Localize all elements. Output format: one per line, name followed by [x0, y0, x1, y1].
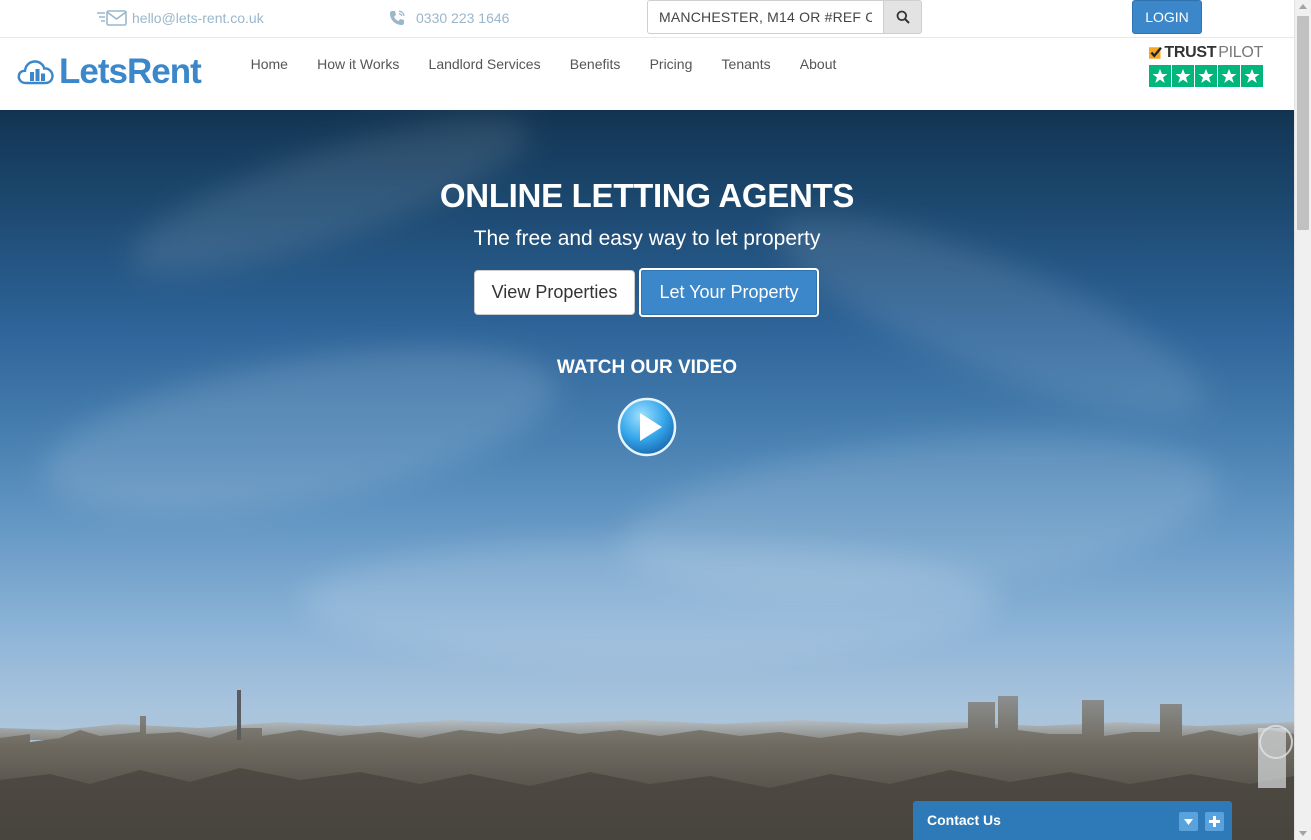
search-icon [896, 10, 910, 24]
email-text: hello@lets-rent.co.uk [132, 10, 264, 26]
star-icon [1149, 65, 1171, 87]
trustpilot-badge[interactable]: TRUST PILOT [1149, 44, 1263, 87]
search-button[interactable] [883, 0, 922, 34]
star-icon [1172, 65, 1194, 87]
play-icon [617, 397, 677, 457]
contact-us-label: Contact Us [927, 812, 1001, 828]
scroll-down-arrow[interactable] [1299, 831, 1307, 836]
expand-widget-button[interactable] [1205, 812, 1224, 831]
sky-cloud [756, 177, 1224, 453]
star-icon [1218, 65, 1240, 87]
contact-us-widget[interactable]: Contact Us [913, 801, 1232, 840]
hero-banner: ONLINE LETTING AGENTS The free and easy … [0, 110, 1294, 840]
hero-title: ONLINE LETTING AGENTS [439, 177, 855, 214]
contact-email[interactable]: hello@lets-rent.co.uk [97, 9, 264, 27]
main-navbar: LetsRent Home How it Works Landlord Serv… [0, 39, 1294, 110]
nav-item-about[interactable]: About [785, 55, 851, 73]
envelope-icon [97, 9, 128, 27]
nav-item-how-it-works[interactable]: How it Works [303, 55, 414, 73]
page-scrollbar[interactable] [1294, 0, 1311, 840]
contact-phone[interactable]: 0330 223 1646 [388, 9, 509, 27]
nav-item-pricing[interactable]: Pricing [635, 55, 707, 73]
sky-cloud [31, 315, 569, 545]
cloud-house-icon [17, 60, 54, 85]
collapse-widget-button[interactable] [1179, 812, 1198, 831]
sky-cloud [300, 540, 1000, 660]
nav-item-benefits[interactable]: Benefits [555, 55, 635, 73]
nav-item-tenants[interactable]: Tenants [707, 55, 785, 73]
logo-wordmark: LetsRent [59, 52, 202, 91]
nav-item-landlord-services[interactable]: Landlord Services [414, 55, 555, 73]
top-bar: hello@lets-rent.co.uk 0330 223 1646 LOGI… [0, 0, 1294, 38]
star-icon [1241, 65, 1263, 87]
phone-text: 0330 223 1646 [416, 10, 510, 26]
hero-subtitle: The free and easy way to let property [473, 227, 821, 250]
search-input[interactable] [647, 0, 883, 34]
trustpilot-stars [1149, 65, 1263, 87]
nav-item-home[interactable]: Home [236, 55, 303, 73]
plus-icon [1209, 816, 1220, 827]
login-button[interactable]: LOGIN [1132, 0, 1202, 34]
scroll-up-arrow[interactable] [1299, 4, 1307, 9]
star-icon [1195, 65, 1217, 87]
trustpilot-check-icon [1149, 47, 1162, 59]
watch-video-label: WATCH OUR VIDEO [556, 357, 738, 378]
nav-menu: Home How it Works Landlord Services Bene… [236, 55, 851, 73]
property-search [647, 0, 922, 34]
trustpilot-logo: TRUST PILOT [1149, 44, 1263, 62]
scroll-thumb[interactable] [1297, 16, 1309, 230]
view-properties-button[interactable]: View Properties [474, 270, 635, 315]
play-video-button[interactable] [617, 397, 677, 457]
chevron-down-icon [1184, 818, 1193, 825]
phone-icon [388, 9, 406, 27]
letsrent-logo[interactable]: LetsRent [17, 52, 202, 92]
let-your-property-button[interactable]: Let Your Property [639, 268, 819, 317]
